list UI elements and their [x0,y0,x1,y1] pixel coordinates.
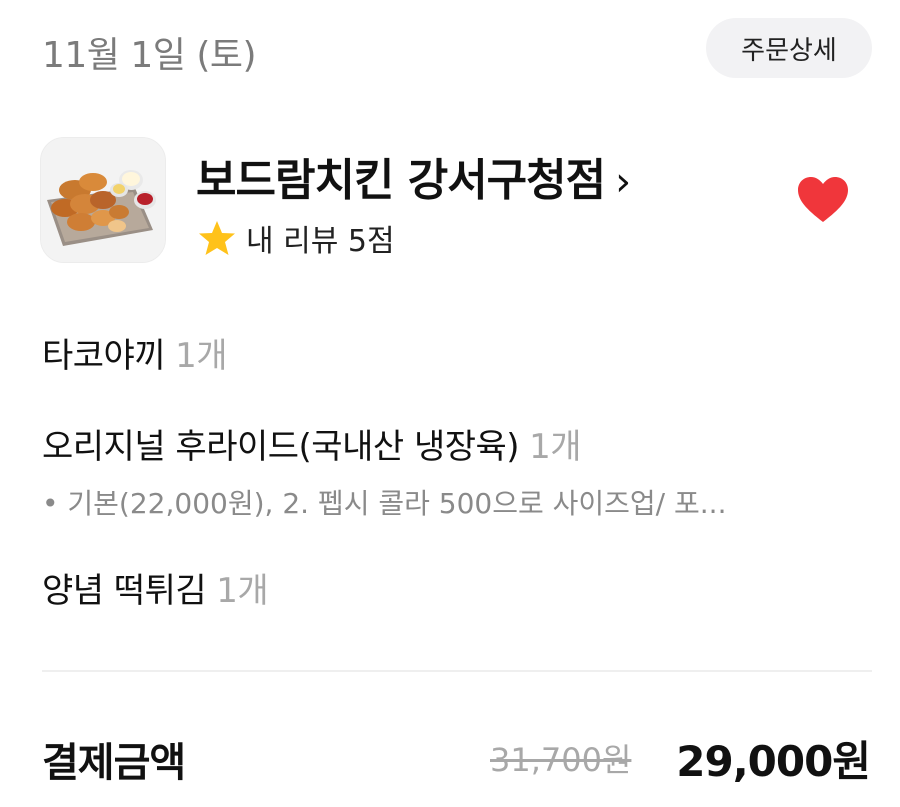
chevron-right-icon: › [615,159,631,205]
item-qty: 1개 [529,427,581,467]
store-name: 보드람치킨 강서구청점 [196,155,606,206]
item-name: 오리지널 후라이드(국내산 냉장육) [42,427,520,467]
review-label: 내 리뷰 5점 [246,224,395,259]
original-price: 31,700원 [490,741,632,779]
order-card: 11월 1일 (토) 주문상세 보드람치킨 강서구청점 › 내 리뷰 5점 타코… [0,0,900,807]
store-name-link[interactable]: 보드람치킨 강서구청점 › [196,144,631,208]
order-details-button[interactable]: 주문상세 [706,18,872,78]
my-review[interactable]: 내 리뷰 5점 [198,216,395,260]
order-item: 오리지널 후라이드(국내산 냉장육) 1개 [42,419,581,468]
item-qty: 1개 [216,571,269,611]
item-name: 양념 떡튀김 [42,571,207,611]
payment-label: 결제금액 [42,740,186,786]
store-thumbnail[interactable] [40,137,166,263]
item-qty: 1개 [175,336,228,376]
item-option: • 기본(22,000원), 2. 펩시 콜라 500으로 사이즈업/ 포... [42,487,727,520]
order-header: 11월 1일 (토) 주문상세 [42,18,872,82]
order-item: 양념 떡튀김 1개 [42,563,269,612]
order-item: 타코야끼 1개 [42,328,228,377]
heart-icon[interactable] [796,176,850,224]
order-date: 11월 1일 (토) [42,35,257,76]
divider [42,670,872,672]
item-name: 타코야끼 [42,336,166,376]
chicken-food-photo [41,138,165,262]
final-price: 29,000원 [676,737,871,786]
star-icon [199,221,235,255]
